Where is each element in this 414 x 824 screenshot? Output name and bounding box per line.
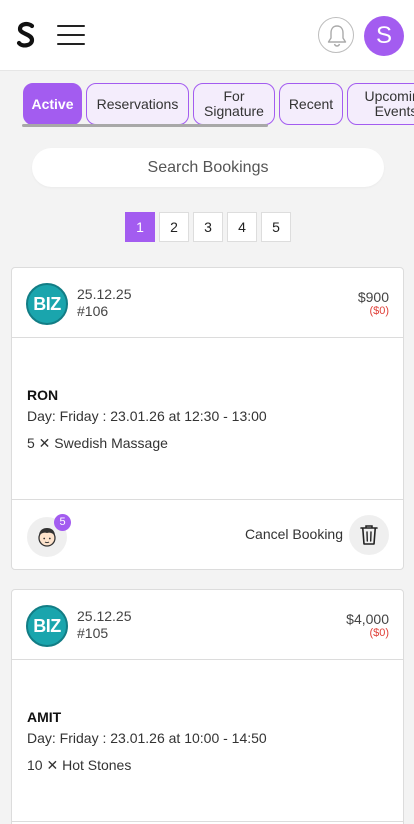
booking-number: #106 — [77, 303, 109, 319]
s-logo-icon[interactable] — [16, 21, 36, 49]
booking-service: 10 ✕ Hot Stones — [27, 757, 132, 773]
trash-icon — [360, 525, 378, 545]
booking-day: Day: Friday : 23.01.26 at 12:30 - 13:00 — [27, 408, 267, 424]
person-icon — [38, 528, 56, 547]
page-button-1[interactable]: 1 — [125, 212, 155, 242]
booking-card[interactable]: BIZ 25.12.25 #105 $4,000 ($0) AMIT Day: … — [11, 589, 404, 824]
client-name: AMIT — [27, 709, 62, 725]
booking-number: #105 — [77, 625, 109, 641]
bell-icon — [327, 25, 347, 47]
booking-date: 25.12.25 — [77, 608, 132, 624]
search-input[interactable] — [32, 148, 384, 187]
booking-paid-amount: ($0) — [369, 627, 389, 639]
cancel-booking-button[interactable] — [349, 515, 389, 555]
tab-upcoming-events[interactable]: Upcoming Events — [347, 83, 414, 125]
booking-paid-amount: ($0) — [369, 305, 389, 317]
booking-date: 25.12.25 — [77, 286, 132, 302]
tabs-scrollbar[interactable] — [22, 124, 268, 127]
booking-service: 5 ✕ Swedish Massage — [27, 435, 168, 451]
business-badge: BIZ — [26, 605, 68, 647]
tab-recent[interactable]: Recent — [279, 83, 343, 125]
notification-button[interactable] — [318, 17, 354, 53]
booking-card-header: BIZ 25.12.25 #106 $900 ($0) — [12, 268, 403, 338]
user-avatar[interactable]: S — [364, 16, 404, 56]
booking-price: $4,000 — [346, 611, 389, 627]
page-button-4[interactable]: 4 — [227, 212, 257, 242]
page-button-2[interactable]: 2 — [159, 212, 189, 242]
booking-card[interactable]: BIZ 25.12.25 #106 $900 ($0) RON Day: Fri… — [11, 267, 404, 570]
client-name: RON — [27, 387, 59, 403]
cancel-booking-label[interactable]: Cancel Booking — [245, 526, 343, 542]
booking-price: $900 — [357, 289, 389, 305]
page-button-3[interactable]: 3 — [193, 212, 223, 242]
tab-for-signature[interactable]: For Signature — [193, 83, 275, 125]
hamburger-menu-icon[interactable] — [57, 24, 85, 46]
tab-active[interactable]: Active — [23, 83, 82, 125]
participants-count-badge: 5 — [54, 514, 71, 531]
booking-tabs: Active Reservations For Signature Recent… — [0, 71, 414, 131]
app-header: S — [0, 0, 414, 71]
card-divider — [12, 821, 403, 822]
business-badge: BIZ — [26, 283, 68, 325]
page-button-5[interactable]: 5 — [261, 212, 291, 242]
booking-day: Day: Friday : 23.01.26 at 10:00 - 14:50 — [27, 730, 267, 746]
booking-card-footer: 5 Cancel Booking — [12, 499, 403, 569]
tab-reservations[interactable]: Reservations — [86, 83, 189, 125]
booking-card-header: BIZ 25.12.25 #105 $4,000 ($0) — [12, 590, 403, 660]
